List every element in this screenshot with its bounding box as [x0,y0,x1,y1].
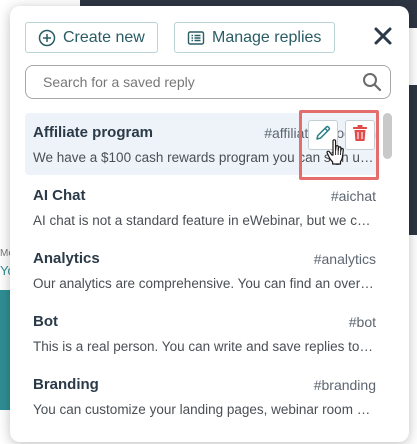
reply-preview: This is a real person. You can write and… [33,339,376,354]
reply-item-analytics[interactable]: Analytics #analytics Our analytics are c… [25,239,378,301]
background-app-text: Me Yo [0,248,10,288]
close-icon[interactable] [373,26,393,46]
reply-tag: #branding [313,377,376,393]
background-text-2: Yo [0,263,10,278]
search-input[interactable] [43,73,343,91]
reply-name: Affiliate program [33,124,154,141]
saved-replies-popup: Create new Manage replies Search for a s… [10,6,409,442]
list-icon [187,29,205,47]
reply-item-ai-chat[interactable]: AI Chat #aichat AI chat is not a standar… [25,176,378,238]
reply-item-bot[interactable]: Bot #bot This is a real person. You can … [25,302,378,364]
plus-circle-icon [38,29,56,47]
delete-reply-button[interactable] [345,120,375,150]
create-new-button[interactable]: Create new [25,22,158,53]
search-box [25,65,391,99]
scrollbar-thumb[interactable] [383,113,392,159]
background-app-sidebar [0,290,10,410]
reply-preview: Our analytics are comprehensive. You can… [33,276,376,291]
search-icon[interactable] [362,72,382,92]
reply-name: Analytics [33,250,100,267]
reply-name: AI Chat [33,187,86,204]
reply-item-branding[interactable]: Branding #branding You can customize you… [25,365,378,427]
create-new-label: Create new [63,28,145,46]
reply-preview: AI chat is not a standard feature in eWe… [33,213,376,228]
reply-name: Branding [33,376,99,393]
reply-name: Bot [33,313,58,330]
popup-toolbar: Create new Manage replies [24,22,395,54]
reply-preview: You can customize your landing pages, we… [33,402,376,417]
list-scrollbar[interactable] [383,113,392,442]
reply-tag: #analytics [313,251,376,267]
manage-replies-button[interactable]: Manage replies [174,22,335,53]
hand-pointer-icon [326,139,348,165]
manage-replies-label: Manage replies [212,28,322,46]
reply-tag: #aichat [330,188,376,204]
background-text-1: Me [0,248,10,259]
reply-tag: #bot [348,314,376,330]
trash-icon [352,124,368,147]
